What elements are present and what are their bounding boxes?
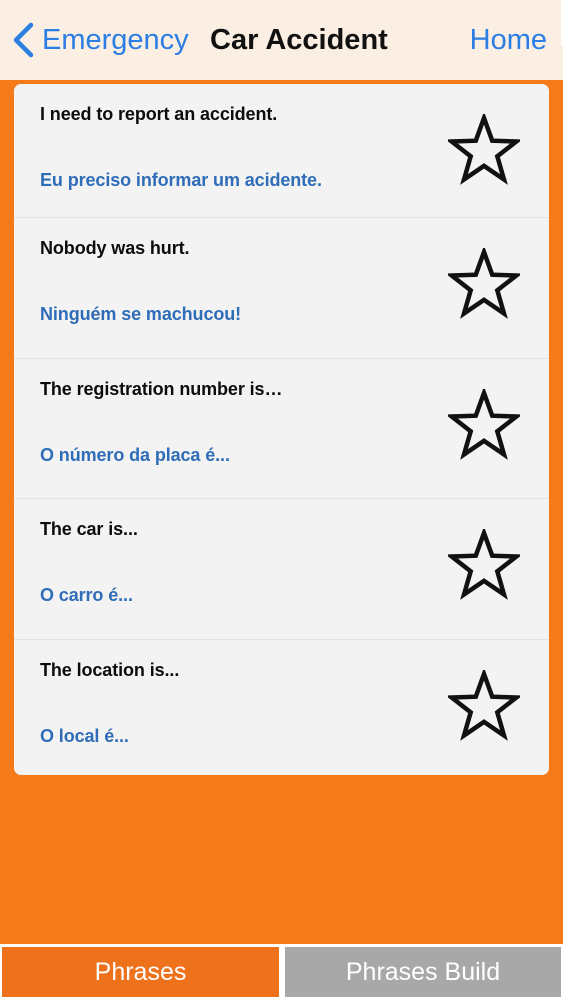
home-button[interactable]: Home [470,20,547,60]
star-outline-icon[interactable] [448,669,520,742]
star-outline-icon[interactable] [448,529,520,601]
tab-phrases-build[interactable]: Phrases Build [285,947,561,997]
phrase-translation: Eu preciso informar um acidente. [40,170,322,190]
page-title: Car Accident [210,24,388,56]
phrase-english: Nobody was hurt. [40,238,190,258]
bottom-tab-bar: Phrases Phrases Build [0,944,563,1000]
chevron-left-icon [13,22,34,58]
tab-phrases[interactable]: Phrases [2,947,279,997]
phrase-list: I need to report an accident. Eu preciso… [14,84,549,775]
phrase-row[interactable]: The car is... O carro é... [14,499,549,640]
phrase-row[interactable]: I need to report an accident. Eu preciso… [14,84,549,218]
phrase-translation: O carro é... [40,585,133,605]
phrase-english: The registration number is… [40,378,283,399]
phrase-row[interactable]: The registration number is… O número da … [14,359,549,499]
phrase-translation: O número da placa é... [40,444,230,465]
phrase-english: The location is... [40,659,180,680]
phrase-english: The car is... [40,519,138,539]
phrase-row[interactable]: The location is... O local é... [14,640,549,776]
navigation-bar: Emergency Car Accident Home [0,0,563,80]
phrase-translation: Ninguém se machucou! [40,304,242,324]
star-outline-icon[interactable] [448,248,520,320]
phrase-translation: O local é... [40,725,129,746]
star-outline-icon[interactable] [448,114,520,186]
star-outline-icon[interactable] [448,388,520,461]
phrase-row[interactable]: Nobody was hurt. Ninguém se machucou! [14,218,549,359]
phrase-english: I need to report an accident. [40,104,278,124]
back-button[interactable]: Emergency [12,20,189,60]
back-button-label: Emergency [42,24,189,56]
